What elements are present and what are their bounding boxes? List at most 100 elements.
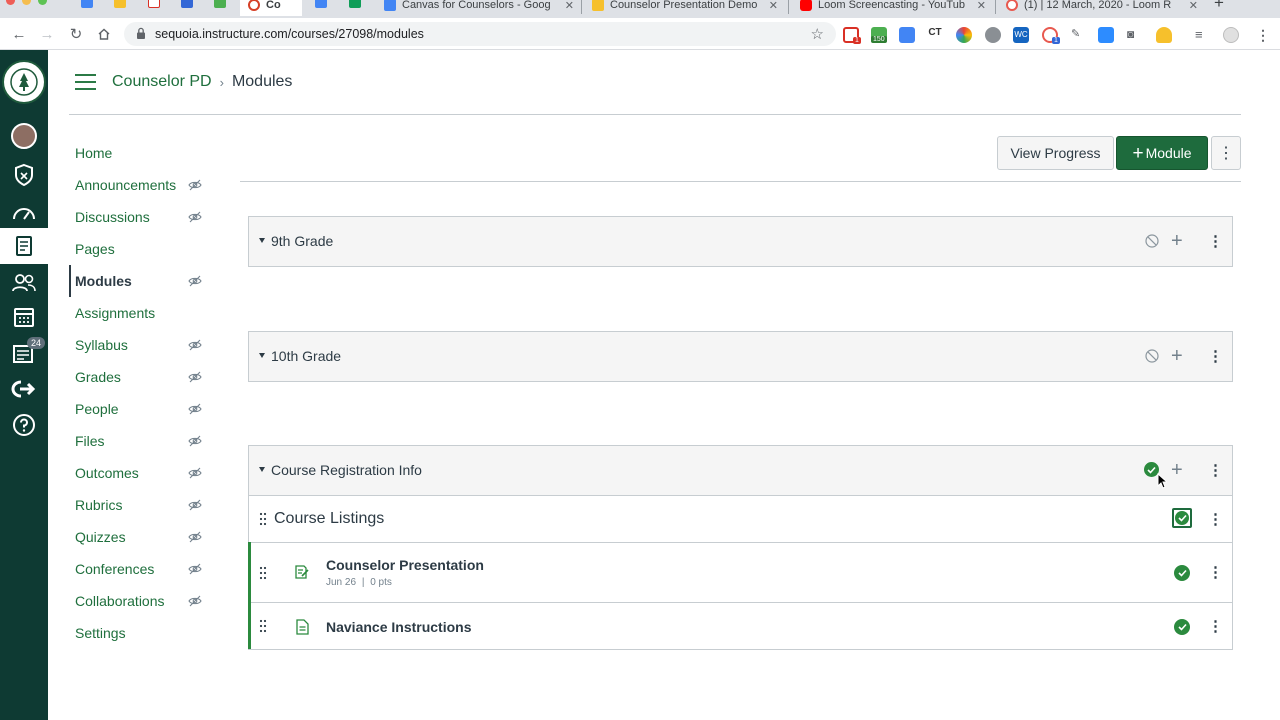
media-controls-icon[interactable]: ≡ <box>1195 27 1211 43</box>
extension-google-icon[interactable] <box>899 27 915 43</box>
courses-book-icon[interactable] <box>0 228 48 264</box>
unpublished-circle-icon[interactable] <box>1145 234 1159 248</box>
course-nav-rubrics[interactable]: Rubrics <box>69 489 219 521</box>
tab-close-icon[interactable]: ✕ <box>977 0 986 12</box>
window-close-button[interactable] <box>6 0 15 5</box>
course-nav-syllabus[interactable]: Syllabus <box>69 329 219 361</box>
course-nav-pages[interactable]: Pages <box>69 233 219 265</box>
tab-loom-recording[interactable]: (1) | 12 March, 2020 - Loom R ✕ <box>1006 0 1202 16</box>
module-item-page[interactable]: Naviance Instructions ⋮ <box>248 602 1232 649</box>
extension-color-picker-icon[interactable] <box>956 27 972 43</box>
course-nav-modules[interactable]: Modules <box>69 265 219 297</box>
breadcrumb-course-link[interactable]: Counselor PD <box>112 73 212 91</box>
google-slides-tab-icon[interactable] <box>114 0 126 8</box>
item-kebab-icon[interactable]: ⋮ <box>1208 617 1223 635</box>
page-title-link[interactable]: Naviance Instructions <box>326 619 472 635</box>
chrome-menu-icon[interactable]: ⋮ <box>1256 27 1270 43</box>
google-drive-tab-icon[interactable] <box>81 0 93 8</box>
inbox-icon[interactable]: 24 <box>0 335 48 371</box>
extension-wc-icon[interactable]: WC <box>1013 27 1029 43</box>
add-item-plus-icon[interactable]: + <box>1171 460 1183 480</box>
course-nav-files[interactable]: Files <box>69 425 219 457</box>
extension-circle-icon[interactable] <box>985 27 1001 43</box>
drag-handle-icon[interactable] <box>259 619 267 633</box>
collapse-triangle-icon[interactable] <box>259 353 265 358</box>
course-nav-assignments[interactable]: Assignments <box>69 297 219 329</box>
profile-avatar-icon[interactable] <box>1223 27 1239 43</box>
tab-close-icon[interactable]: ✕ <box>769 0 778 12</box>
new-tab-button[interactable]: + <box>1214 0 1234 14</box>
collapse-triangle-icon[interactable] <box>259 238 265 243</box>
course-nav-announcements[interactable]: Announcements <box>69 169 219 201</box>
course-nav-people[interactable]: People <box>69 393 219 425</box>
module-header[interactable]: 10th Grade + ⋮ <box>249 332 1232 381</box>
course-nav-discussions[interactable]: Discussions <box>69 201 219 233</box>
course-nav-collaborations[interactable]: Collaborations <box>69 585 219 617</box>
tab-close-icon[interactable]: ✕ <box>565 0 574 12</box>
extension-loom-icon[interactable]: 1 <box>1042 27 1060 44</box>
window-maximize-button[interactable] <box>38 0 47 5</box>
published-check-icon[interactable] <box>1174 619 1190 635</box>
module-item-assignment[interactable]: Counselor Presentation Jun 26 | 0 pts ⋮ <box>248 542 1232 602</box>
module-header[interactable]: 9th Grade + ⋮ <box>249 217 1232 266</box>
extension-zoom-icon[interactable] <box>1098 27 1114 43</box>
tab-close-icon[interactable]: ✕ <box>1189 0 1198 12</box>
back-icon[interactable]: ← <box>9 24 29 44</box>
drag-handle-icon[interactable] <box>259 512 267 526</box>
extension-pen-icon[interactable]: ✎ <box>1071 27 1081 43</box>
published-check-icon[interactable] <box>1174 565 1190 581</box>
calendar-tab-icon[interactable] <box>181 0 193 8</box>
add-module-button[interactable]: + Module <box>1116 136 1208 170</box>
course-options-kebab-button[interactable]: ⋮ <box>1211 136 1241 170</box>
forward-icon[interactable]: → <box>37 24 57 44</box>
course-nav-grades[interactable]: Grades <box>69 361 219 393</box>
home-icon[interactable] <box>94 24 114 44</box>
tab-counselor-presentation[interactable]: Counselor Presentation Demo ✕ <box>592 0 782 16</box>
module-item-text-header[interactable]: Course Listings ⋮ <box>249 495 1232 542</box>
google-docs-tab-icon[interactable] <box>315 0 327 8</box>
tab-canvas-for-counselors[interactable]: Canvas for Counselors - Goog ✕ <box>384 0 578 16</box>
course-nav-quizzes[interactable]: Quizzes <box>69 521 219 553</box>
groups-people-icon[interactable] <box>0 265 48 301</box>
commons-arrow-icon[interactable] <box>0 371 48 407</box>
view-progress-button[interactable]: View Progress <box>997 136 1114 170</box>
bookmark-star-icon[interactable]: ☆ <box>811 25 824 43</box>
course-menu-toggle-icon[interactable] <box>75 74 96 90</box>
course-nav-conferences[interactable]: Conferences <box>69 553 219 585</box>
add-item-plus-icon[interactable]: + <box>1171 346 1183 366</box>
extension-150-icon[interactable]: 150 <box>871 27 887 43</box>
extension-hand-icon[interactable] <box>1156 27 1172 43</box>
course-nav-outcomes[interactable]: Outcomes <box>69 457 219 489</box>
account-avatar[interactable] <box>0 118 48 154</box>
course-nav-home[interactable]: Home <box>69 137 219 169</box>
classroom-tab-icon[interactable] <box>214 0 226 8</box>
module-kebab-icon[interactable]: ⋮ <box>1208 232 1223 250</box>
calendar-icon[interactable] <box>0 299 48 335</box>
reload-icon[interactable]: ↻ <box>66 24 86 44</box>
unpublished-circle-icon[interactable] <box>1145 349 1159 363</box>
item-kebab-icon[interactable]: ⋮ <box>1208 563 1223 581</box>
course-nav-settings[interactable]: Settings <box>69 617 219 649</box>
assignment-title-link[interactable]: Counselor Presentation <box>326 557 484 573</box>
drag-handle-icon[interactable] <box>259 566 267 580</box>
admin-shield-icon[interactable] <box>0 157 48 193</box>
school-logo[interactable] <box>2 60 46 104</box>
dashboard-speedometer-icon[interactable] <box>0 195 48 231</box>
address-bar[interactable]: sequoia.instructure.com/courses/27098/mo… <box>124 22 836 46</box>
tab-loom-youtube[interactable]: Loom Screencasting - YouTub ✕ <box>800 0 990 16</box>
google-sheets-tab-icon[interactable] <box>349 0 361 8</box>
extension-camera-icon[interactable]: ◙ <box>1127 27 1143 43</box>
help-question-icon[interactable] <box>0 407 48 443</box>
item-kebab-icon[interactable]: ⋮ <box>1208 510 1223 528</box>
window-minimize-button[interactable] <box>22 0 31 5</box>
gmail-tab-icon[interactable] <box>148 0 160 8</box>
collapse-triangle-icon[interactable] <box>259 467 265 472</box>
extension-ct-icon[interactable]: CT <box>927 27 943 43</box>
module-kebab-icon[interactable]: ⋮ <box>1208 347 1223 365</box>
module-kebab-icon[interactable]: ⋮ <box>1208 461 1223 479</box>
add-item-plus-icon[interactable]: + <box>1171 231 1183 251</box>
tab-canvas-active[interactable]: Co <box>240 0 302 16</box>
gmail-extension-icon[interactable]: 1 <box>843 27 861 44</box>
published-check-icon[interactable] <box>1172 508 1192 528</box>
module-header[interactable]: Course Registration Info + ⋮ <box>249 446 1232 495</box>
